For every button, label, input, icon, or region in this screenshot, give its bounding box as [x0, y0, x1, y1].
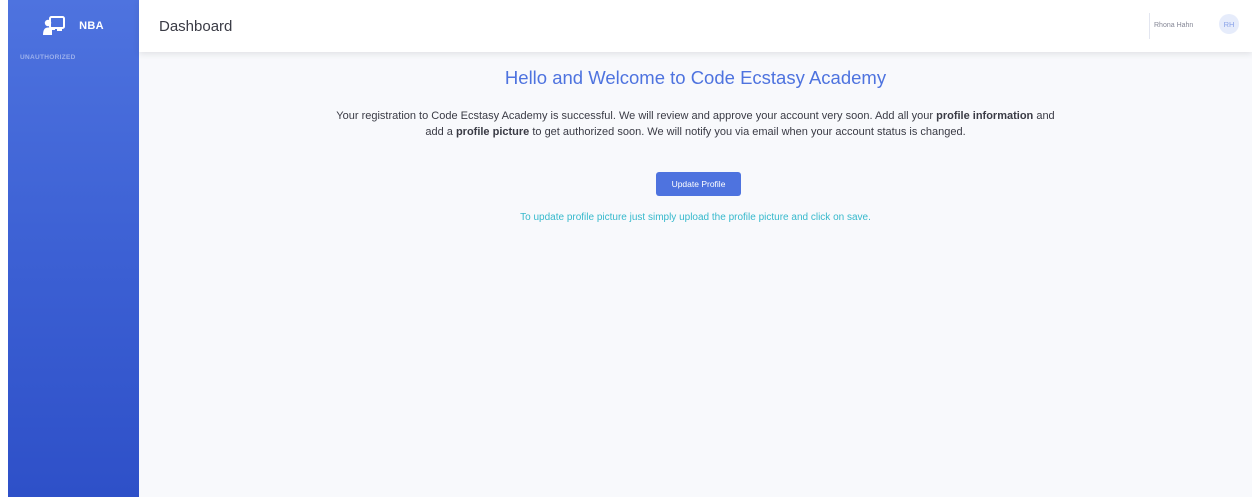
profile-information-emphasis: profile information: [936, 110, 1034, 122]
brand-name: NBA: [79, 20, 104, 32]
profile-picture-hint: To update profile picture just simply up…: [520, 212, 871, 223]
user-name[interactable]: Rhona Hahn: [1154, 22, 1193, 29]
profile-picture-emphasis: profile picture: [455, 125, 530, 138]
topbar: Dashboard Rhona Hahn RH: [139, 0, 1252, 52]
page-title: Dashboard: [159, 18, 233, 35]
chalkboard-teacher-icon: [43, 16, 66, 36]
sidebar: NBA UNAUTHORIZED: [8, 0, 139, 497]
account-status-label: UNAUTHORIZED: [20, 54, 76, 61]
registration-message: Your registration to Code Ecstasy Academ…: [333, 109, 1058, 140]
message-text-3: to get authorized soon. We will notify y…: [529, 125, 966, 138]
update-profile-button[interactable]: Update Profile: [656, 172, 741, 196]
sidebar-brand[interactable]: NBA: [8, 0, 139, 52]
page-edge: [0, 0, 8, 497]
avatar[interactable]: RH: [1219, 14, 1239, 34]
message-text-1: Your registration to Code Ecstasy Academ…: [336, 110, 937, 122]
welcome-heading: Hello and Welcome to Code Ecstasy Academ…: [504, 67, 887, 88]
main-content: Hello and Welcome to Code Ecstasy Academ…: [139, 52, 1252, 497]
topbar-divider: [1149, 13, 1150, 39]
